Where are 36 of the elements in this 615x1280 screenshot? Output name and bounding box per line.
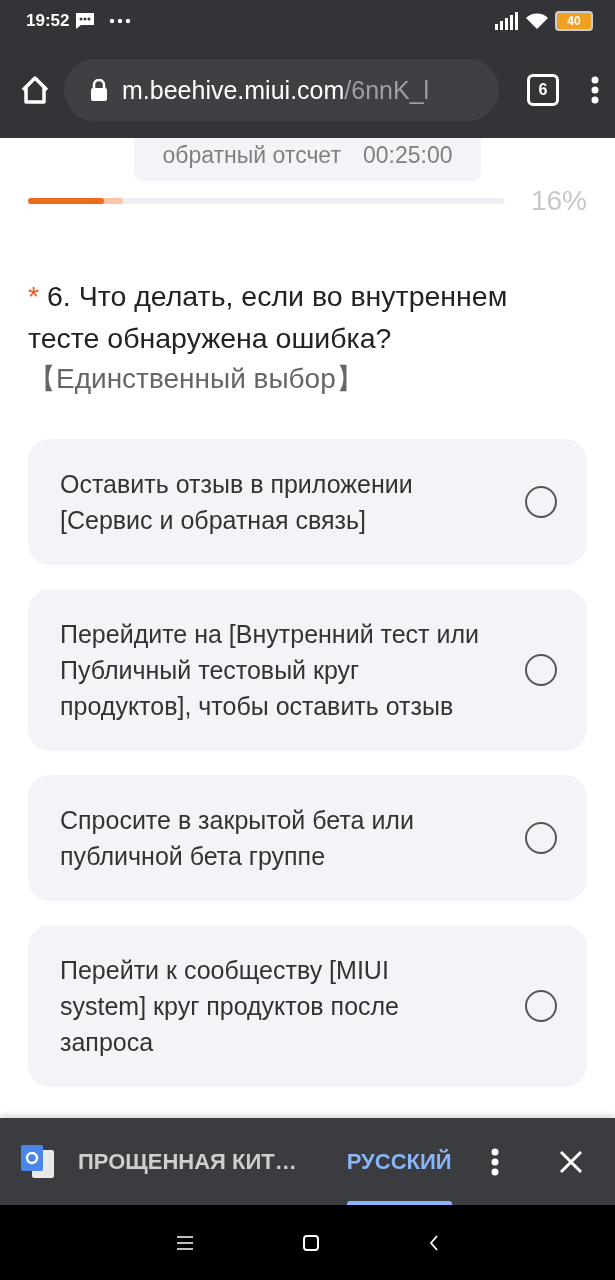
- radio-button[interactable]: [525, 990, 557, 1022]
- close-icon[interactable]: [559, 1149, 583, 1174]
- language-tab[interactable]: РУССКИЙ: [346, 1118, 452, 1205]
- radio-button[interactable]: [525, 654, 557, 686]
- option-card[interactable]: Оставить отзыв в приложении [Сервис и обратная связь]: [28, 439, 587, 565]
- countdown-label: обратный отсчет: [162, 142, 341, 169]
- message-icon: [75, 12, 96, 30]
- radio-button[interactable]: [525, 486, 557, 518]
- home-button-icon[interactable]: [302, 1234, 319, 1251]
- tab-count-button[interactable]: 6: [527, 74, 559, 106]
- address-bar[interactable]: m.beehive.miui.com/6nnK_l: [64, 59, 499, 121]
- question-text: * 6. Что делать, если во внутреннем тесте обнаружена ошибка?: [28, 279, 509, 356]
- battery-icon: 40: [555, 11, 593, 31]
- status-time: 19:52: [26, 11, 70, 31]
- url-text: m.beehive.miui.com/6nnK_l: [122, 75, 430, 105]
- option-text: Спросите в закрытой бета или публичной бета группе: [60, 805, 415, 872]
- menu-icon[interactable]: [176, 1235, 193, 1250]
- option-text: Оставить отзыв в приложении [Сервис и обратная связь]: [60, 469, 414, 536]
- more-options-icon[interactable]: [491, 1147, 499, 1176]
- language-tab[interactable]: ПРОЩЕННАЯ КИТ…: [78, 1118, 297, 1205]
- countdown-time: 00:25:00: [362, 142, 453, 169]
- home-icon[interactable]: [20, 75, 50, 105]
- option-card[interactable]: Перейдите на [Внутренний тест или Публичный тестовый круг продуктов], чтобы оставить отзыв: [28, 589, 587, 751]
- lock-icon: [90, 79, 108, 101]
- more-icon: [109, 18, 132, 24]
- question-type: 【Единственный выбор】: [28, 362, 365, 396]
- signal-icon: [495, 12, 519, 30]
- menu-icon[interactable]: [591, 76, 599, 104]
- translate-icon[interactable]: [20, 1143, 56, 1180]
- wifi-icon: [525, 12, 549, 30]
- radio-button[interactable]: [525, 822, 557, 854]
- option-text: Перейдите на [Внутренний тест или Публичный тестовый круг продуктов], чтобы оставить отзыв: [60, 619, 480, 722]
- option-card[interactable]: Спросите в закрытой бета или публичной бета группе: [28, 775, 587, 901]
- option-card[interactable]: Перейти к сообществу [MIUI system] круг продуктов после запроса: [28, 925, 587, 1087]
- back-icon[interactable]: [428, 1234, 439, 1251]
- option-text: Перейти к сообществу [MIUI system] круг продуктов после запроса: [60, 955, 401, 1058]
